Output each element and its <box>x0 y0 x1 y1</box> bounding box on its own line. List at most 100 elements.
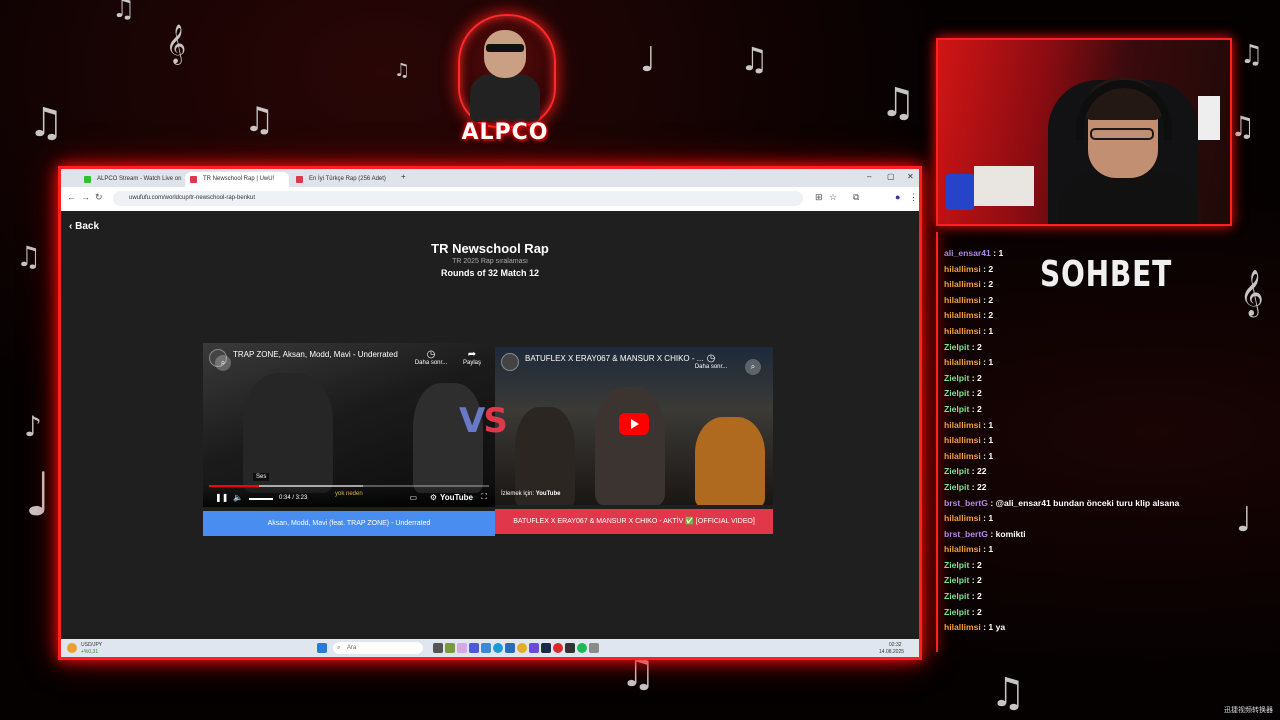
chat-username[interactable]: Zielpit <box>944 560 969 570</box>
chat-username[interactable]: brst_bertG <box>944 498 988 508</box>
app-icon[interactable] <box>481 643 491 653</box>
progress-bar[interactable] <box>209 485 489 487</box>
forward-arrow-icon[interactable]: → <box>81 192 90 202</box>
reload-icon[interactable]: ↻ <box>95 192 103 203</box>
fullscreen-icon[interactable]: ⛶ <box>481 492 487 502</box>
chat-username[interactable]: hilallimsi <box>944 279 981 289</box>
chat-message: hilallimsi : 1 ya <box>944 620 1224 636</box>
choose-left-button[interactable]: Aksan, Modd, Mavi (feat. TRAP ZONE) - Un… <box>203 511 495 536</box>
chat-username[interactable]: hilallimsi <box>944 435 981 445</box>
chat-username[interactable]: Zielpit <box>944 373 969 383</box>
watch-later-button[interactable]: ◷ Daha sonr... <box>413 349 449 366</box>
video-player-left[interactable]: TRAP ZONE, Aksan, Modd, Mavi - Underrate… <box>203 343 495 507</box>
chat-username[interactable]: hilallimsi <box>944 295 981 305</box>
streamer-logo: ALPCO <box>440 8 570 158</box>
app-icon[interactable] <box>553 643 563 653</box>
windows-start-icon[interactable] <box>317 643 327 653</box>
chat-text: : 2 <box>969 575 982 586</box>
chrome-icon[interactable] <box>517 643 527 653</box>
taskbar-search[interactable]: ⌕ Ara <box>333 642 423 654</box>
choose-right-button[interactable]: BATUFLEX X ERAY067 & MANSUR X CHIKO - AK… <box>495 509 773 534</box>
uwufufu-favicon-icon <box>296 176 303 183</box>
app-icon[interactable] <box>529 643 539 653</box>
watch-later-button[interactable]: ◷ Daha sonr... <box>693 353 729 370</box>
minimize-icon[interactable]: – <box>867 172 871 181</box>
chat-text: : 2 <box>980 279 994 290</box>
video-title[interactable]: BATUFLEX X ERAY067 & MANSUR X CHIKO - ..… <box>525 354 703 363</box>
chat-message: hilallimsi : 2 <box>944 308 1224 324</box>
app-icon[interactable] <box>445 643 455 653</box>
app-icon[interactable] <box>565 643 575 653</box>
bookmark-star-icon[interactable]: ☆ <box>829 192 837 203</box>
steam-icon[interactable] <box>541 643 551 653</box>
youtube-logo[interactable]: YouTube <box>440 493 473 502</box>
chat-username[interactable]: Zielpit <box>944 591 969 601</box>
share-button[interactable]: ➦ Paylaş <box>457 349 487 366</box>
channel-avatar[interactable] <box>501 353 519 371</box>
chat-username[interactable]: brst_bertG <box>944 529 988 539</box>
url-field[interactable]: uwufufu.com/worldcup/tr-newschool-rap-be… <box>113 191 803 206</box>
chat-username[interactable]: hilallimsi <box>944 310 981 320</box>
translate-icon[interactable]: ⊞ <box>815 192 823 203</box>
video-player-right[interactable]: BATUFLEX X ERAY067 & MANSUR X CHIKO - ..… <box>495 347 773 505</box>
watch-on-youtube[interactable]: İzlemek için: YouTube <box>501 491 560 497</box>
chat-username[interactable]: Zielpit <box>944 607 969 617</box>
app-icon[interactable] <box>505 643 515 653</box>
profile-icon[interactable]: ● <box>895 192 900 202</box>
chat-username[interactable]: Zielpit <box>944 404 969 414</box>
chat-message: Zielpit : 2 <box>944 371 1224 387</box>
chat-username[interactable]: hilallimsi <box>944 622 981 632</box>
volume-icon[interactable]: 🔈 <box>233 493 243 502</box>
chat-username[interactable]: Zielpit <box>944 575 969 585</box>
volume-slider[interactable] <box>249 498 273 500</box>
tab-alpco-stream[interactable]: ALPCO Stream - Watch Live on <box>79 172 183 187</box>
chat-message: hilallimsi : 1 <box>944 542 1224 558</box>
chat-username[interactable]: Zielpit <box>944 342 969 352</box>
settings-gear-icon[interactable]: ⚙ <box>430 493 437 502</box>
kick-favicon-icon <box>84 176 91 183</box>
menu-icon[interactable]: ⋮ <box>909 192 918 203</box>
chat-message: hilallimsi : 1 <box>944 355 1224 371</box>
round-indicator: Rounds of 32 Match 12 <box>440 268 539 278</box>
chat-username[interactable]: ali_ensar41 <box>944 248 991 258</box>
chat-username[interactable]: hilallimsi <box>944 264 981 274</box>
chat-username[interactable]: hilallimsi <box>944 420 981 430</box>
chat-username[interactable]: hilallimsi <box>944 326 981 336</box>
app-icon[interactable] <box>469 643 479 653</box>
tab-tr-newschool-rap[interactable]: TR Newschool Rap | UwU! <box>185 172 289 187</box>
chat-username[interactable]: hilallimsi <box>944 544 981 554</box>
spotify-icon[interactable] <box>577 643 587 653</box>
pause-icon[interactable]: ❚❚ <box>215 493 228 502</box>
app-icon[interactable] <box>589 643 599 653</box>
chat-username[interactable]: hilallimsi <box>944 513 981 523</box>
subtitles-icon[interactable]: ▭ <box>409 493 417 502</box>
app-icon[interactable] <box>457 643 467 653</box>
close-icon[interactable]: ✕ <box>907 172 914 181</box>
chat-username[interactable]: Zielpit <box>944 466 969 476</box>
back-button[interactable]: ‹ Back <box>69 221 99 232</box>
chat-username[interactable]: hilallimsi <box>944 357 981 367</box>
edge-icon[interactable] <box>493 643 503 653</box>
chat-text: : 1 <box>980 325 994 336</box>
tab-en-iyi-turkce-rap[interactable]: En İyi Türkçe Rap (256 Adet) <box>291 172 397 187</box>
chat-username[interactable]: hilallimsi <box>944 451 981 461</box>
chat-message: brst_bertG : @ali_ensar41 bundan önceki … <box>944 496 1224 512</box>
widgets-icon[interactable] <box>67 643 77 653</box>
tab-label: TR Newschool Rap | UwU! <box>203 176 275 182</box>
progress-fill <box>209 485 260 487</box>
music-note-icon: ♫ <box>1240 40 1264 70</box>
caption-text: yok neden <box>335 491 363 497</box>
youtube-play-button[interactable] <box>619 413 649 435</box>
chat-username[interactable]: Zielpit <box>944 388 969 398</box>
zoom-icon[interactable]: ⌕ <box>215 355 231 371</box>
back-arrow-icon[interactable]: ← <box>67 192 76 202</box>
chat-username[interactable]: Zielpit <box>944 482 969 492</box>
video-title[interactable]: TRAP ZONE, Aksan, Modd, Mavi - Underrate… <box>233 350 398 359</box>
app-icon[interactable] <box>433 643 443 653</box>
chat-text: : 2 <box>969 341 982 352</box>
zoom-icon[interactable]: ⌕ <box>745 359 761 375</box>
new-tab-button[interactable]: + <box>401 172 406 181</box>
extensions-icon[interactable]: ⧉ <box>853 192 859 203</box>
chat-message: hilallimsi : 2 <box>944 277 1224 293</box>
maximize-icon[interactable]: ▢ <box>887 172 895 181</box>
